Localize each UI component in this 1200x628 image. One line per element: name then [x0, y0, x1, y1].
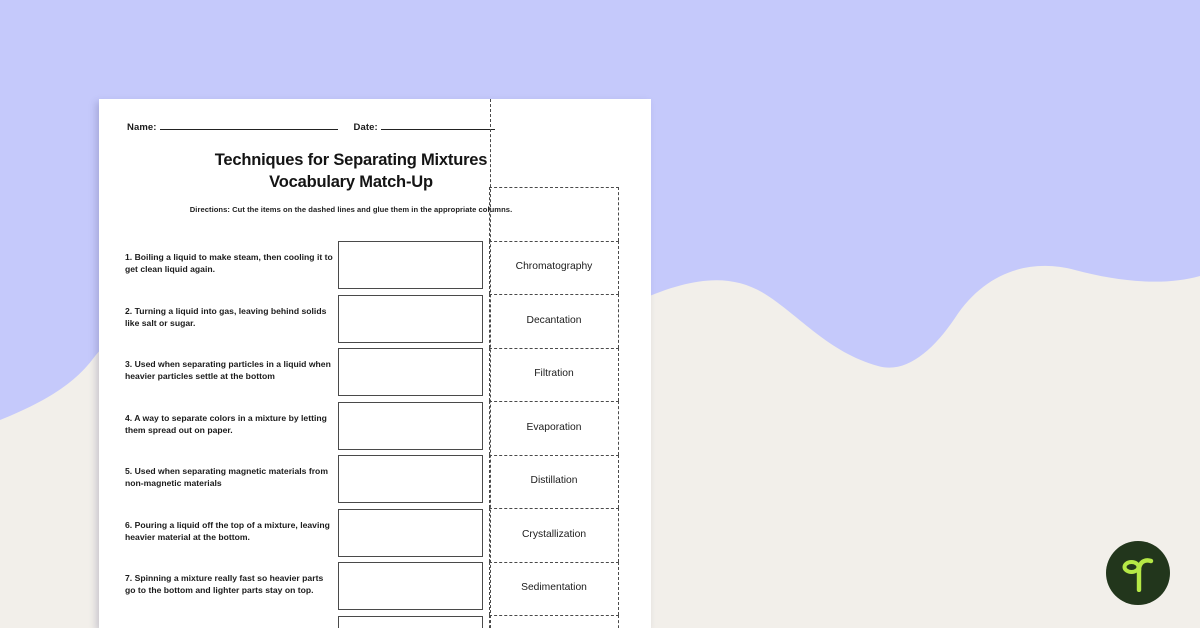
answer-box[interactable] — [338, 508, 483, 557]
date-label: Date: — [353, 122, 378, 133]
name-label: Name: — [127, 122, 157, 133]
name-input-rule[interactable] — [159, 120, 338, 130]
vocabulary-cell[interactable]: Magnetic Separation — [489, 615, 619, 628]
answer-box[interactable] — [338, 401, 483, 450]
clue-item: 5. Used when separating magnetic materia… — [125, 466, 328, 489]
clue-item: 4. A way to separate colors in a mixture… — [125, 412, 327, 435]
vocabulary-spacer-cell — [489, 187, 619, 241]
date-input-rule[interactable] — [380, 120, 495, 130]
vocabulary-cell[interactable]: Crystallization — [489, 508, 619, 562]
clue-item: 1. Boiling a liquid to make steam, then … — [125, 252, 333, 275]
vocabulary-cell[interactable]: Decantation — [489, 294, 619, 348]
answer-box[interactable] — [338, 455, 483, 503]
clue-item: 7. Spinning a mixture really fast so hea… — [125, 573, 324, 596]
title-line-1: Techniques for Separating Mixtures — [214, 151, 488, 169]
answer-box[interactable] — [338, 294, 483, 343]
answer-box[interactable] — [338, 348, 483, 396]
brand-logo[interactable] — [1106, 541, 1170, 605]
vocabulary-cell[interactable]: Sedimentation — [489, 561, 619, 615]
vocabulary-cell[interactable]: Filtration — [489, 347, 619, 401]
name-date-row: Name: Date: — [127, 120, 623, 133]
clue-item: 3. Used when separating particles in a l… — [125, 359, 331, 382]
vocabulary-cell[interactable]: Distillation — [489, 454, 619, 508]
answer-box[interactable] — [338, 615, 483, 628]
vocabulary-column: Chromatography Decantation Filtration Ev… — [489, 187, 619, 628]
answer-box-column — [338, 241, 483, 628]
vocabulary-cell[interactable]: Evaporation — [489, 401, 619, 455]
clue-item: 6. Pouring a liquid off the top of a mix… — [125, 519, 330, 542]
answer-box[interactable] — [338, 562, 483, 610]
answer-box[interactable] — [338, 241, 483, 289]
sprout-icon — [1122, 558, 1154, 592]
clue-list: 1. Boiling a liquid to make steam, then … — [125, 247, 333, 622]
clue-item: 2. Turning a liquid into gas, leaving be… — [125, 305, 327, 328]
screenshot-canvas: Name: Date: Techniques for Separating Mi… — [0, 0, 1200, 628]
worksheet-page: Name: Date: Techniques for Separating Mi… — [99, 99, 651, 628]
vocabulary-cell[interactable]: Chromatography — [489, 240, 619, 294]
